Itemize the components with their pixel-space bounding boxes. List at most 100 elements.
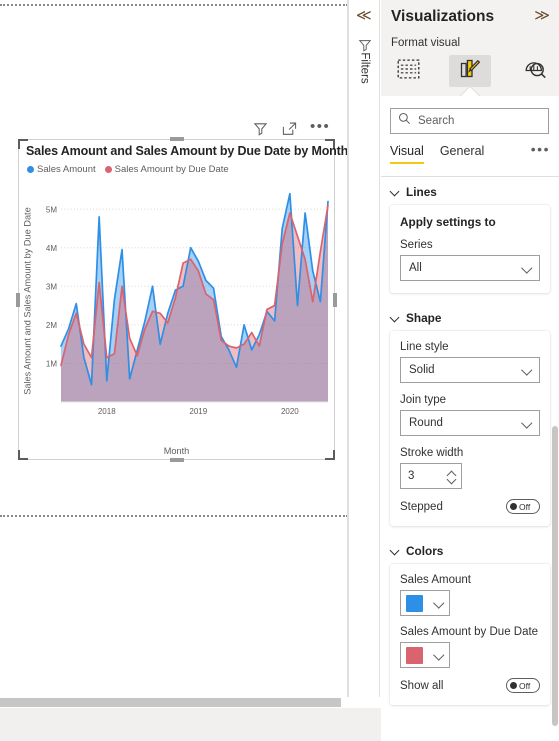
canvas-horizontal-scrollbar-thumb[interactable] [0,698,341,707]
x-axis-title: Month [163,446,190,456]
line-style-dropdown[interactable]: Solid [400,357,540,383]
line-style-value: Solid [409,364,435,376]
search-icon [398,112,411,130]
svg-text:4M: 4M [46,244,57,253]
legend-label: Sales Amount [37,164,96,175]
toggle-knob [510,682,517,689]
chevron-down-icon [523,419,532,428]
format-visual-subtitle: Format visual [391,37,461,49]
section-header-lines[interactable]: Lines [381,177,559,205]
search-box[interactable] [390,108,549,134]
visualizations-pane-header: Visualizations ≫ Format visual [381,0,559,96]
fields-build-visual-icon [397,58,420,84]
visual-title: Sales Amount and Sales Amount by Due Dat… [26,144,348,158]
chart-plot-area[interactable]: 1M 2M 3M 4M 5M 2018 2019 2020 [35,180,334,430]
section-label: Colors [406,544,444,558]
chevron-down-icon [391,547,400,556]
color-row-sales-amount-by-due-date [400,642,540,668]
visual-header-toolbar[interactable]: ••• [252,119,330,137]
stepped-toggle[interactable]: Off [506,499,540,514]
visualizations-pane[interactable]: Visualizations ≫ Format visual Search Vi… [381,0,559,741]
chevron-down-icon [435,599,444,608]
bottom-status-bar [0,708,381,741]
svg-text:5M: 5M [46,205,57,214]
format-pane-scrollbar-thumb[interactable] [552,426,558,726]
stepped-row: Stepped Off [400,499,540,514]
svg-text:3M: 3M [46,282,57,291]
y-axis-title: Sales Amount and Sales Amount by Due Dat… [23,206,33,395]
card-colors: Sales Amount Sales Amount by Due Date Sh… [390,564,550,705]
tab-format-visual[interactable] [449,55,491,87]
format-paint-bar-icon [458,58,482,85]
chart-legend[interactable]: Sales Amount Sales Amount by Due Date [27,164,229,175]
analytics-magnifier-icon [523,58,547,84]
color-row-sales-amount [400,590,540,616]
color-swatch [406,594,423,612]
svg-text:2019: 2019 [189,407,207,416]
canvas-horizontal-scrollbar[interactable] [0,698,348,707]
area-chart-visual[interactable]: Sales Amount and Sales Amount by Due Dat… [16,137,348,462]
expand-pane-icon[interactable]: ≫ [534,7,550,25]
stepped-toggle-state: Off [519,501,531,512]
color-swatch [406,646,423,664]
series-dropdown-value: All [409,262,422,274]
tab-build-visual[interactable] [387,55,429,87]
legend-swatch [104,166,112,173]
color-picker-sales-amount-by-due-date[interactable] [400,642,450,668]
legend-item-sales-amount-by-due-date[interactable]: Sales Amount by Due Date [104,164,229,175]
search-input[interactable] [416,114,544,128]
focus-mode-icon[interactable] [281,120,298,137]
show-all-toggle[interactable]: Off [506,678,540,693]
visual-more-options-icon[interactable]: ••• [310,119,330,136]
show-all-row: Show all Off [400,678,540,693]
resize-handle-left[interactable] [16,292,20,307]
format-pane-body[interactable]: Visual General ••• Lines Apply settings … [381,96,559,741]
sub-tabs-more-icon[interactable]: ••• [531,142,550,156]
resize-handle-top[interactable] [169,137,184,141]
stepper-arrows[interactable] [447,470,456,483]
filters-pane-collapsed[interactable]: ≪ Filters [348,0,380,697]
card-apply-settings-to: Apply settings to Series All [390,205,550,293]
section-header-colors[interactable]: Colors [381,536,559,564]
join-type-label: Join type [400,394,447,406]
tab-general[interactable]: General [440,144,484,164]
resize-handle-bottom[interactable] [169,458,184,462]
legend-label: Sales Amount by Due Date [114,164,229,175]
format-settings-scroll-region[interactable]: Lines Apply settings to Series All Shape [381,177,559,741]
show-all-toggle-state: Off [519,680,531,691]
stroke-width-stepper[interactable]: 3 [400,463,462,489]
format-sub-tabs[interactable]: Visual General ••• [390,142,550,172]
svg-text:2018: 2018 [98,407,116,416]
report-canvas[interactable]: ••• Sales Amount and Sales Amount by Due… [0,0,348,697]
section-header-shape[interactable]: Shape [381,303,559,331]
tab-visual[interactable]: Visual [390,144,424,164]
filter-icon[interactable] [252,120,269,137]
series-dropdown[interactable]: All [400,255,540,281]
section-label: Lines [406,185,437,199]
apply-settings-title: Apply settings to [400,215,496,229]
join-type-value: Round [409,417,443,429]
tab-analytics[interactable] [514,55,556,87]
collapse-filters-icon[interactable]: ≪ [356,8,372,23]
card-shape: Line style Solid Join type Round Stroke … [390,331,550,526]
stroke-width-label: Stroke width [400,447,464,459]
chevron-down-icon [523,366,532,375]
canvas-bottom-edge [0,515,348,517]
join-type-dropdown[interactable]: Round [400,410,540,436]
pane-title: Visualizations [391,8,495,25]
color-label-sales-amount: Sales Amount [400,574,471,586]
color-picker-sales-amount[interactable] [400,590,450,616]
chevron-down-icon [391,188,400,197]
svg-text:1M: 1M [46,360,57,369]
chevron-down-icon [435,651,444,660]
show-all-label: Show all [400,679,444,692]
canvas-top-edge [0,4,348,6]
svg-text:2020: 2020 [281,407,299,416]
series-label: Series [400,239,433,251]
stepped-label: Stepped [400,500,443,513]
section-label: Shape [406,311,442,325]
stroke-width-value[interactable]: 3 [408,470,414,482]
stepper-down-icon[interactable] [447,478,456,483]
legend-item-sales-amount[interactable]: Sales Amount [27,164,96,175]
toggle-knob [510,503,517,510]
